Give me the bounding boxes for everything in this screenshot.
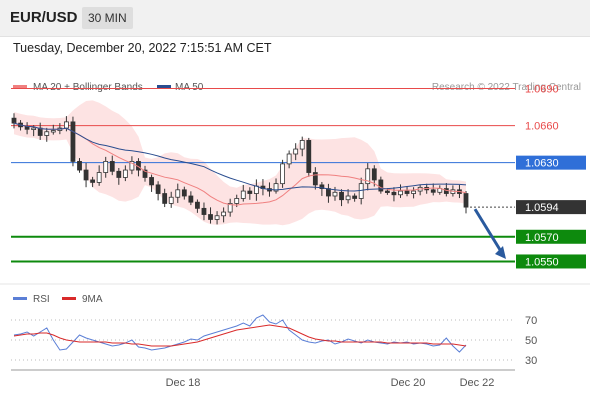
candle-body	[90, 179, 96, 183]
candle-body	[332, 191, 338, 197]
rsi-tick-label: 50	[525, 335, 537, 347]
candle-body	[64, 121, 69, 129]
candle-body	[384, 190, 390, 193]
candle-body	[83, 169, 89, 181]
forecast-arrow-shaft	[473, 208, 504, 254]
candle-body	[168, 196, 174, 204]
candle-body	[162, 193, 168, 204]
candle-body	[339, 191, 344, 201]
candle-body	[391, 191, 397, 196]
rsi-tick-label: 70	[525, 315, 537, 327]
rsi-line	[13, 314, 467, 353]
candle-body	[306, 140, 312, 173]
candle-body	[326, 188, 331, 197]
candle-body	[195, 201, 200, 209]
candle-body	[50, 130, 56, 133]
instrument-title: EUR/USD	[10, 9, 78, 26]
candle-body	[201, 207, 207, 215]
candle-body	[411, 190, 416, 194]
rsi-legend-swatch	[13, 297, 27, 300]
candle-body	[181, 189, 187, 197]
candle-body	[280, 163, 285, 185]
candle-body	[149, 177, 154, 186]
candle-body	[247, 190, 253, 194]
ma9-legend-swatch	[62, 297, 76, 300]
ma20-legend-label: MA 20 + Bollinger Bands	[33, 82, 143, 93]
candle-body	[31, 127, 37, 130]
candle-body	[208, 214, 213, 220]
candle-body	[358, 183, 364, 199]
rsi-legend-label: RSI	[33, 294, 50, 305]
resistance-label: 1.0690	[525, 84, 559, 96]
ma50-legend-swatch	[157, 85, 171, 88]
candle-body	[44, 131, 50, 136]
candle-body	[96, 172, 102, 183]
support-label: 1.0550	[525, 256, 559, 268]
candle-body	[214, 215, 220, 220]
candle-body	[253, 185, 259, 194]
candle-body	[352, 195, 358, 199]
candle-body	[404, 190, 410, 194]
candle-body	[345, 195, 351, 201]
ma20-legend-swatch	[13, 85, 27, 88]
candle-body	[430, 189, 436, 193]
chart-panel: MA 20 + Bollinger Bands MA 50 Research ©…	[0, 60, 590, 400]
x-tick-label: Dec 20	[391, 377, 426, 389]
candle-body	[240, 190, 246, 199]
x-tick-label: Dec 22	[460, 377, 495, 389]
candle-body	[116, 170, 122, 178]
pivot-label: 1.0630	[525, 158, 559, 170]
x-tick-label: Dec 18	[166, 377, 201, 389]
candle-body	[155, 184, 161, 194]
candle-body	[24, 126, 30, 130]
last-price-label: 1.0594	[525, 202, 559, 214]
candle-body	[293, 148, 299, 155]
timeframe-button[interactable]: 30 MIN	[82, 7, 133, 29]
top-bar: EUR/USD 30 MIN	[0, 0, 590, 37]
rsi-tick-label: 30	[525, 355, 537, 367]
candle-body	[175, 189, 181, 198]
candle-body	[299, 140, 305, 150]
candle-body	[122, 169, 128, 178]
support-label: 1.0570	[525, 232, 559, 244]
candle-body	[221, 211, 227, 217]
candle-body	[463, 193, 469, 208]
resistance-label: 1.0660	[525, 121, 559, 133]
candle-body	[109, 161, 115, 172]
price-chart: MA 20 + Bollinger Bands MA 50 Research ©…	[0, 82, 590, 389]
ma50-legend-label: MA 50	[175, 82, 204, 93]
candle-body	[103, 161, 109, 173]
candle-body	[286, 153, 292, 165]
timestamp: Tuesday, December 20, 2022 7:15:51 AM CE…	[13, 41, 272, 55]
ma9-legend-label: 9MA	[82, 294, 103, 305]
candle-body	[234, 198, 240, 204]
candle-body	[11, 117, 17, 124]
candle-body	[398, 190, 403, 196]
candle-body	[70, 121, 76, 162]
candle-body	[188, 195, 194, 203]
candle-body	[371, 168, 377, 181]
candle-body	[77, 161, 82, 171]
